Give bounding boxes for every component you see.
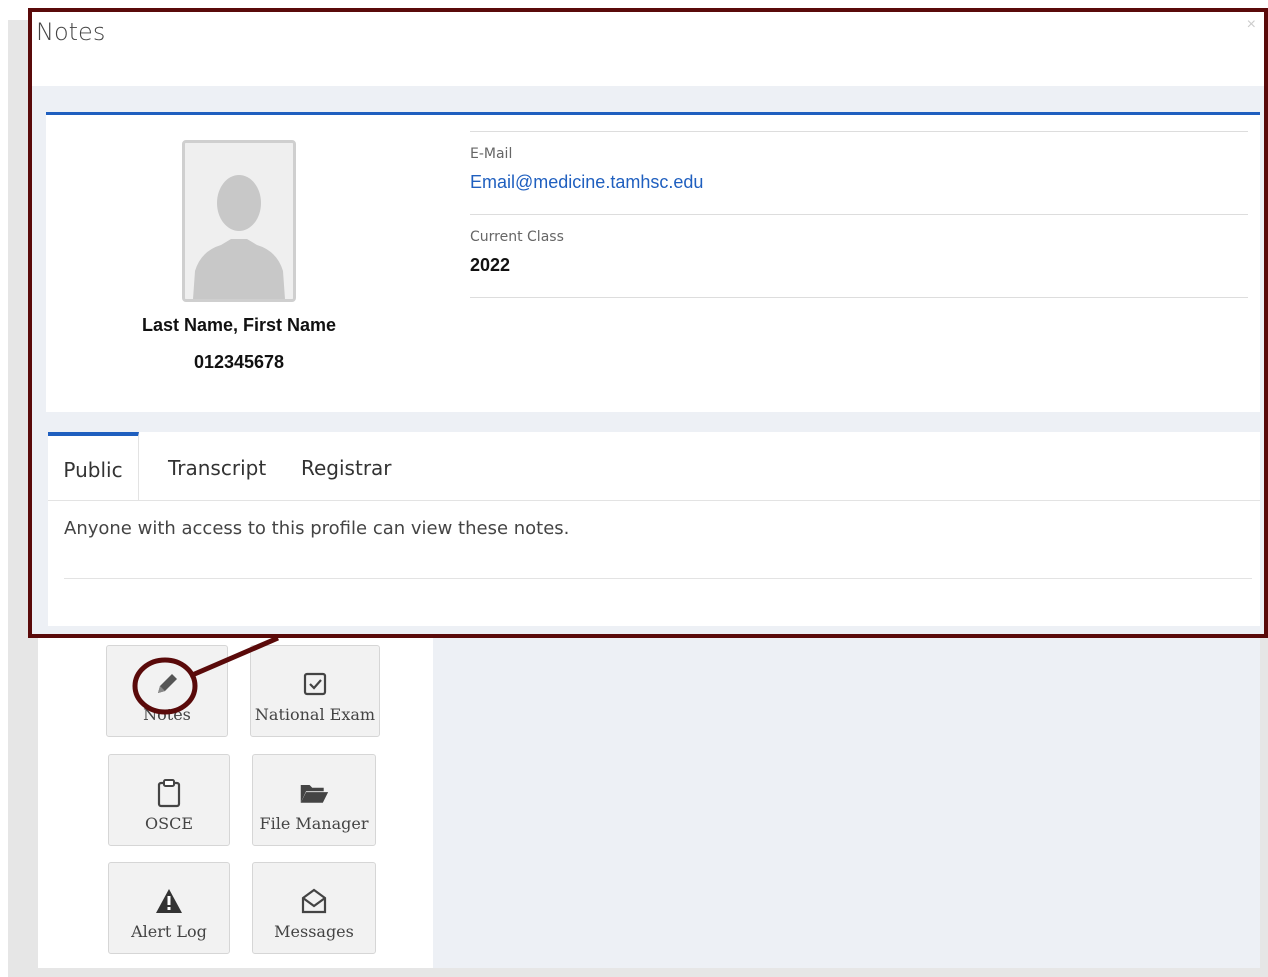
notes-tile[interactable]: Notes xyxy=(106,645,228,737)
warning-icon xyxy=(154,886,184,916)
close-icon[interactable]: × xyxy=(1247,16,1256,34)
page-frame-bottom xyxy=(8,968,1268,977)
avatar xyxy=(182,140,296,302)
folder-open-icon xyxy=(299,778,329,808)
profile-id: 012345678 xyxy=(193,352,285,372)
osce-tile-label: OSCE xyxy=(145,814,193,833)
class-label: Current Class xyxy=(470,229,564,245)
class-row: Current Class 2022 xyxy=(470,214,1248,298)
tab-public[interactable]: Public xyxy=(48,432,139,500)
file-manager-tile-label: File Manager xyxy=(259,814,369,833)
tab-transcript[interactable]: Transcript xyxy=(168,432,266,500)
content-panel xyxy=(433,630,1260,968)
notes-tabs: Public Transcript Registrar xyxy=(48,432,1260,501)
modal-title: Notes xyxy=(36,18,106,46)
notes-card: Public Transcript Registrar Anyone with … xyxy=(48,432,1260,626)
messages-tile-label: Messages xyxy=(274,922,354,941)
notes-public-text: Anyone with access to this profile can v… xyxy=(64,518,570,539)
file-manager-tile[interactable]: File Manager xyxy=(252,754,376,846)
notes-tile-label: Notes xyxy=(143,705,191,724)
modal-body: Last Name, First Name 012345678 E-Mail E… xyxy=(32,86,1264,634)
alert-log-tile[interactable]: Alert Log xyxy=(108,862,230,954)
envelope-open-icon xyxy=(299,886,329,916)
osce-tile[interactable]: OSCE xyxy=(108,754,230,846)
person-silhouette-icon xyxy=(185,143,293,299)
notes-modal: Notes × Last Name, First Name 012345678 … xyxy=(28,8,1268,638)
national-exam-tile[interactable]: National Exam xyxy=(250,645,380,737)
modal-header: Notes × xyxy=(32,12,1264,86)
profile-card: Last Name, First Name 012345678 E-Mail E… xyxy=(46,112,1260,412)
email-link[interactable]: Email@medicine.tamhsc.edu xyxy=(470,172,1248,193)
profile-name: Last Name, First Name xyxy=(141,315,337,335)
email-label: E-Mail xyxy=(470,146,513,162)
alert-log-tile-label: Alert Log xyxy=(131,922,207,941)
messages-tile[interactable]: Messages xyxy=(252,862,376,954)
email-row: E-Mail Email@medicine.tamhsc.edu xyxy=(470,131,1248,214)
profile-info: E-Mail Email@medicine.tamhsc.edu Current… xyxy=(470,131,1248,298)
checkbox-icon xyxy=(300,669,330,699)
pencil-icon xyxy=(152,669,182,699)
national-exam-tile-label: National Exam xyxy=(254,705,376,724)
class-value: 2022 xyxy=(470,255,511,275)
tab-registrar[interactable]: Registrar xyxy=(301,432,392,500)
clipboard-icon xyxy=(154,778,184,808)
notes-divider xyxy=(64,578,1252,579)
